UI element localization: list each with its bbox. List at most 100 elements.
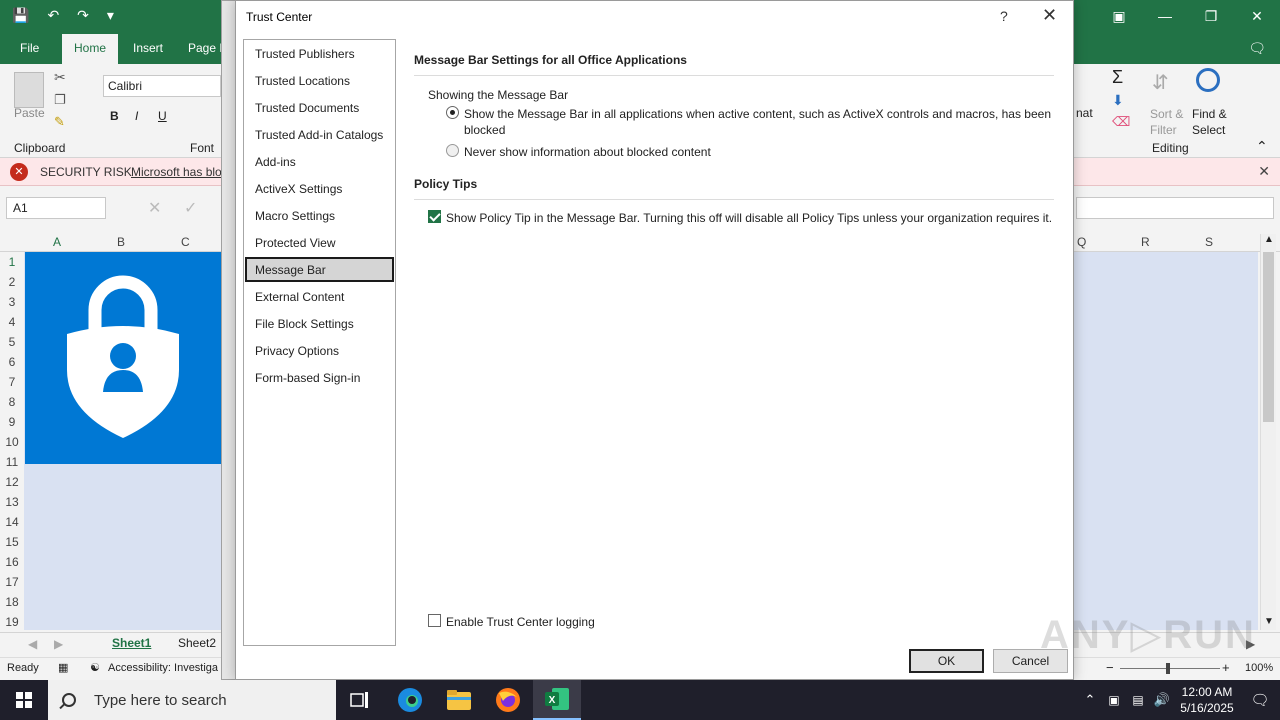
autosum-icon[interactable]: Σ bbox=[1112, 67, 1123, 88]
show-message-bar-label-1[interactable]: Show the Message Bar in all applications… bbox=[464, 107, 1051, 121]
scroll-down-icon[interactable]: ▼ bbox=[1264, 616, 1274, 627]
firefox-icon[interactable] bbox=[484, 680, 532, 720]
zoom-out-icon[interactable]: − bbox=[1106, 660, 1114, 675]
format-label-partial[interactable]: nat bbox=[1076, 106, 1093, 120]
nav-item-external-content[interactable]: External Content bbox=[245, 284, 394, 309]
customize-qat-icon[interactable]: ▾ bbox=[107, 7, 114, 24]
nav-item-privacy-options[interactable]: Privacy Options bbox=[245, 338, 394, 363]
row-header[interactable]: 10 bbox=[0, 435, 24, 449]
tab-home[interactable]: Home bbox=[62, 34, 119, 64]
nav-item-trusted-documents[interactable]: Trusted Documents bbox=[245, 95, 394, 120]
trust-center-logging-label[interactable]: Enable Trust Center logging bbox=[446, 615, 595, 629]
nav-item-message-bar[interactable]: Message Bar bbox=[245, 257, 394, 282]
column-header[interactable]: A bbox=[53, 235, 61, 249]
nav-item-form-based-sign-in[interactable]: Form-based Sign-in bbox=[245, 365, 394, 390]
nav-item-activex-settings[interactable]: ActiveX Settings bbox=[245, 176, 394, 201]
redo-icon[interactable]: ↷ bbox=[77, 7, 89, 24]
undo-icon[interactable]: ↶ bbox=[47, 7, 59, 24]
scroll-up-icon[interactable]: ▲ bbox=[1264, 234, 1274, 245]
row-header[interactable]: 7 bbox=[0, 375, 24, 389]
security-tray-icon[interactable]: ▣ bbox=[1102, 693, 1126, 707]
zoom-slider-thumb[interactable] bbox=[1166, 663, 1170, 674]
volume-icon[interactable]: 🔊 bbox=[1150, 692, 1174, 708]
minimize-icon[interactable]: — bbox=[1142, 0, 1188, 32]
excel-taskbar-icon[interactable]: X bbox=[533, 680, 581, 720]
close-dialog-icon[interactable]: ✕ bbox=[1042, 5, 1057, 26]
format-painter-icon[interactable]: ✎ bbox=[54, 114, 65, 130]
row-header[interactable]: 1 bbox=[0, 255, 24, 269]
row-header[interactable]: 12 bbox=[0, 475, 24, 489]
paste-icon[interactable] bbox=[14, 72, 44, 108]
tab-file[interactable]: File bbox=[20, 41, 39, 55]
copy-icon[interactable]: ❐ bbox=[54, 92, 66, 108]
edge-icon[interactable] bbox=[386, 680, 434, 720]
column-header[interactable]: Q bbox=[1077, 235, 1086, 249]
row-header[interactable]: 2 bbox=[0, 275, 24, 289]
comments-icon[interactable]: 🗨 bbox=[1248, 40, 1266, 57]
cancel-formula-icon[interactable]: ✕ bbox=[148, 198, 161, 218]
accessibility-status[interactable]: Accessibility: Investiga bbox=[108, 662, 218, 674]
notifications-icon[interactable]: 🗨 bbox=[1240, 691, 1280, 709]
nav-item-macro-settings[interactable]: Macro Settings bbox=[245, 203, 394, 228]
tab-insert[interactable]: Insert bbox=[133, 41, 163, 55]
row-header[interactable]: 16 bbox=[0, 555, 24, 569]
formula-input[interactable] bbox=[1076, 197, 1274, 219]
policy-tip-checkbox[interactable] bbox=[428, 210, 441, 223]
zoom-slider[interactable] bbox=[1120, 668, 1220, 669]
row-header[interactable]: 3 bbox=[0, 295, 24, 309]
sheet-tab-sheet1[interactable]: Sheet1 bbox=[112, 636, 151, 650]
nav-item-add-ins[interactable]: Add-ins bbox=[245, 149, 394, 174]
collapse-ribbon-icon[interactable]: ⌃ bbox=[1256, 138, 1268, 155]
row-header[interactable]: 14 bbox=[0, 515, 24, 529]
vertical-scrollbar[interactable]: ▲ ▼ bbox=[1260, 234, 1276, 630]
sort-filter-label[interactable]: Sort & Filter bbox=[1150, 106, 1183, 138]
column-header[interactable]: R bbox=[1141, 235, 1150, 249]
never-show-radio[interactable] bbox=[446, 144, 459, 157]
help-icon[interactable]: ? bbox=[1000, 8, 1008, 24]
macro-record-icon[interactable]: ▦ bbox=[58, 661, 68, 674]
ribbon-display-icon[interactable]: ▣ bbox=[1096, 0, 1142, 32]
fill-icon[interactable]: ⬇ bbox=[1112, 92, 1124, 109]
font-name-box[interactable]: Calibri bbox=[103, 75, 221, 97]
file-explorer-icon[interactable] bbox=[435, 680, 483, 720]
show-message-bar-radio[interactable] bbox=[446, 106, 459, 119]
find-icon[interactable] bbox=[1196, 68, 1220, 92]
security-message-link[interactable]: Microsoft has blo bbox=[131, 165, 222, 179]
row-header[interactable]: 17 bbox=[0, 575, 24, 589]
ok-button[interactable]: OK bbox=[909, 649, 984, 673]
zoom-in-icon[interactable]: + bbox=[1222, 660, 1230, 675]
nav-item-trusted-publishers[interactable]: Trusted Publishers bbox=[245, 41, 394, 66]
save-icon[interactable]: 💾 bbox=[12, 7, 29, 24]
trust-center-logging-checkbox[interactable] bbox=[428, 614, 441, 627]
row-header[interactable]: 9 bbox=[0, 415, 24, 429]
enter-formula-icon[interactable]: ✓ bbox=[184, 198, 197, 218]
nav-item-file-block-settings[interactable]: File Block Settings bbox=[245, 311, 394, 336]
row-header[interactable]: 5 bbox=[0, 335, 24, 349]
nav-item-trusted-addin-catalogs[interactable]: Trusted Add-in Catalogs bbox=[245, 122, 394, 147]
row-header[interactable]: 8 bbox=[0, 395, 24, 409]
column-header[interactable]: B bbox=[117, 235, 125, 249]
row-header[interactable]: 4 bbox=[0, 315, 24, 329]
sheet-tab-sheet2[interactable]: Sheet2 bbox=[178, 636, 216, 650]
policy-tip-label[interactable]: Show Policy Tip in the Message Bar. Turn… bbox=[446, 211, 1052, 225]
row-header[interactable]: 15 bbox=[0, 535, 24, 549]
row-header[interactable]: 6 bbox=[0, 355, 24, 369]
start-button[interactable] bbox=[0, 680, 48, 720]
name-box[interactable]: A1 bbox=[6, 197, 106, 219]
row-header[interactable]: 19 bbox=[0, 615, 24, 629]
taskbar-search[interactable]: Type here to search bbox=[48, 680, 336, 720]
zoom-level[interactable]: 100% bbox=[1245, 662, 1273, 674]
close-security-bar-icon[interactable]: ✕ bbox=[1258, 163, 1270, 180]
show-message-bar-label-2[interactable]: blocked bbox=[464, 123, 505, 137]
paste-label[interactable]: Paste bbox=[14, 106, 45, 120]
scroll-thumb[interactable] bbox=[1263, 252, 1274, 422]
security-logo-image[interactable] bbox=[25, 252, 221, 464]
task-view-icon[interactable] bbox=[336, 680, 384, 720]
underline-icon[interactable]: U bbox=[158, 109, 167, 123]
close-window-icon[interactable]: ✕ bbox=[1234, 0, 1280, 32]
network-icon[interactable]: ▤ bbox=[1126, 693, 1150, 707]
nav-item-protected-view[interactable]: Protected View bbox=[245, 230, 394, 255]
bold-icon[interactable]: B bbox=[110, 109, 119, 123]
never-show-label[interactable]: Never show information about blocked con… bbox=[464, 145, 711, 159]
clock[interactable]: 12:00 AM 5/16/2025 bbox=[1174, 684, 1240, 716]
